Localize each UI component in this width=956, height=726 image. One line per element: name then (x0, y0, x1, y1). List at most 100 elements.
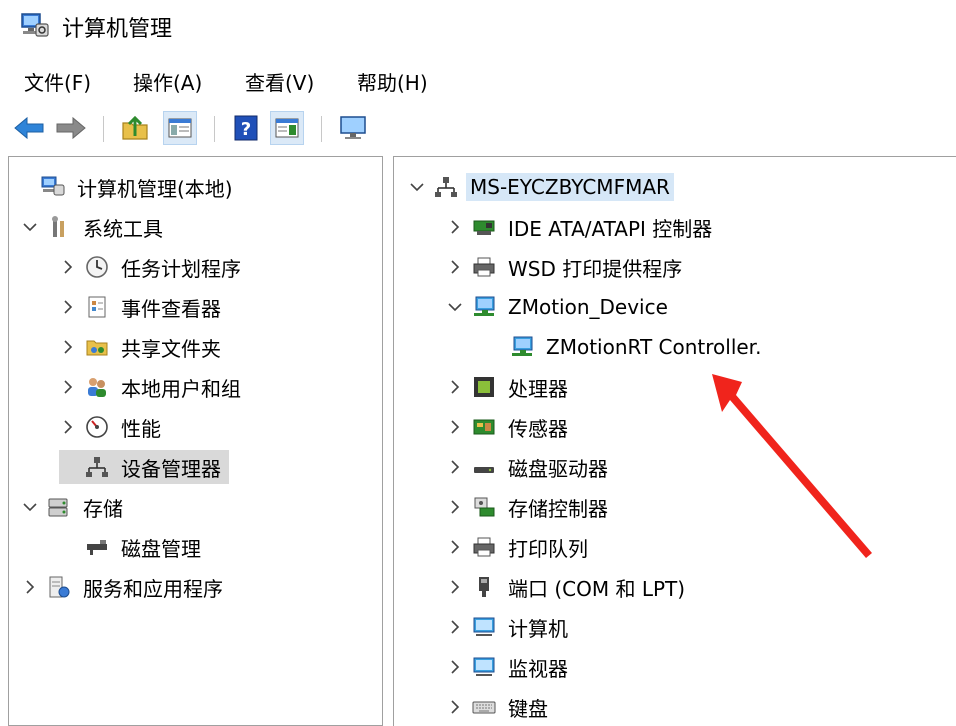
toolbar-separator (321, 116, 322, 142)
monitor-network-icon (472, 295, 496, 319)
device-category-ide-controller[interactable]: IDE ATA/ATAPI 控制器 (446, 210, 716, 244)
disk-management-icon (85, 535, 109, 559)
shared-folder-icon (85, 335, 109, 359)
tree-item-label: 性能 (121, 416, 161, 441)
tree-item-event-viewer[interactable]: 事件查看器 (59, 290, 225, 324)
toolbar-separator (214, 116, 215, 142)
device-category-ports[interactable]: 端口 (COM 和 LPT) (446, 570, 689, 604)
users-icon (85, 375, 109, 399)
device-zmotionrt-controller[interactable]: ZMotionRT Controller. (484, 330, 765, 364)
tree-item-local-users-groups[interactable]: 本地用户和组 (59, 370, 245, 404)
menu-action[interactable]: 操作(A) (133, 67, 202, 96)
tree-item-label: IDE ATA/ATAPI 控制器 (508, 216, 713, 241)
chevron-down-icon[interactable] (21, 498, 39, 516)
device-category-sensors[interactable]: 传感器 (446, 410, 572, 444)
chevron-right-icon[interactable] (446, 418, 464, 436)
chevron-right-icon[interactable] (446, 218, 464, 236)
tree-item-label: 存储 (83, 496, 123, 521)
chevron-right-icon[interactable] (446, 458, 464, 476)
chevron-right-icon[interactable] (446, 498, 464, 516)
chevron-right-icon[interactable] (446, 658, 464, 676)
tree-item-label: 共享文件夹 (121, 336, 221, 361)
chevron-right-icon[interactable] (446, 698, 464, 716)
menu-help[interactable]: 帮助(H) (357, 67, 428, 96)
tree-item-performance[interactable]: 性能 (59, 410, 165, 444)
monitor-icon[interactable] (336, 111, 370, 145)
device-category-computer[interactable]: 计算机 (446, 610, 572, 644)
back-arrow-icon[interactable] (12, 111, 46, 145)
device-tree-pane: MS-EYCZBYCMFMAR IDE ATA/ATAPI 控制器 WSD 打印… (393, 156, 956, 726)
tree-item-computer-management-local[interactable]: 计算机管理(本地) (15, 170, 237, 204)
keyboard-icon (472, 695, 496, 719)
chevron-down-icon[interactable] (21, 218, 39, 236)
tree-item-label: 计算机管理(本地) (77, 176, 233, 201)
device-category-monitors[interactable]: 监视器 (446, 650, 572, 684)
menu-bar: 文件(F) 操作(A) 查看(V) 帮助(H) (0, 58, 956, 102)
toolbar-separator (103, 116, 104, 142)
tree-item-services-applications[interactable]: 服务和应用程序 (21, 570, 227, 604)
tree-item-label: 系统工具 (83, 216, 163, 241)
device-category-print-queues[interactable]: 打印队列 (446, 530, 592, 564)
device-category-processors[interactable]: 处理器 (446, 370, 572, 404)
tree-item-system-tools[interactable]: 系统工具 (21, 210, 167, 244)
monitor-icon (472, 655, 496, 679)
forward-arrow-icon[interactable] (54, 111, 88, 145)
device-category-wsd-print[interactable]: WSD 打印提供程序 (446, 250, 686, 284)
help-icon[interactable]: ? (229, 111, 263, 145)
chevron-right-icon[interactable] (59, 338, 77, 356)
tree-item-label: 处理器 (508, 376, 568, 401)
properties-icon[interactable] (270, 111, 304, 145)
chevron-right-icon[interactable] (59, 378, 77, 396)
tree-item-label: 键盘 (508, 696, 548, 721)
chevron-right-icon[interactable] (446, 378, 464, 396)
menu-file[interactable]: 文件(F) (24, 67, 91, 96)
computer-network-icon (434, 175, 458, 199)
chevron-right-icon[interactable] (446, 538, 464, 556)
tree-item-label: ZMotion_Device (508, 295, 668, 319)
device-category-storage-controllers[interactable]: 存储控制器 (446, 490, 612, 524)
chevron-right-icon[interactable] (446, 618, 464, 636)
tree-item-label: 计算机 (508, 616, 568, 641)
tree-item-task-scheduler[interactable]: 任务计划程序 (59, 250, 245, 284)
disk-drive-icon (472, 455, 496, 479)
svg-text:?: ? (241, 119, 251, 140)
performance-icon (85, 415, 109, 439)
device-manager-icon (85, 455, 109, 479)
tree-item-label: 磁盘驱动器 (508, 456, 608, 481)
tree-item-shared-folders[interactable]: 共享文件夹 (59, 330, 225, 364)
tree-item-label: 存储控制器 (508, 496, 608, 521)
tree-item-label: ZMotionRT Controller. (546, 335, 762, 359)
up-folder-icon[interactable] (118, 111, 152, 145)
computer-management-icon (41, 175, 65, 199)
tree-item-label: 打印队列 (508, 536, 588, 561)
storage-controller-icon (472, 495, 496, 519)
chevron-right-icon[interactable] (59, 418, 77, 436)
tree-item-label: WSD 打印提供程序 (508, 256, 683, 281)
chevron-down-icon[interactable] (446, 298, 464, 316)
device-category-disk-drives[interactable]: 磁盘驱动器 (446, 450, 612, 484)
tree-item-label: 设备管理器 (121, 456, 221, 481)
chevron-right-icon[interactable] (59, 298, 77, 316)
show-hide-tree-icon[interactable] (163, 111, 197, 145)
tree-item-device-manager[interactable]: 设备管理器 (59, 450, 229, 484)
tree-item-label: 传感器 (508, 416, 568, 441)
tree-item-storage[interactable]: 存储 (21, 490, 127, 524)
device-root-label: MS-EYCZBYCMFMAR (466, 173, 674, 201)
chevron-down-icon[interactable] (408, 178, 426, 196)
clock-icon (85, 255, 109, 279)
device-root-computer[interactable]: MS-EYCZBYCMFMAR (408, 170, 674, 204)
printer-icon (472, 535, 496, 559)
chevron-right-icon[interactable] (446, 578, 464, 596)
tree-item-disk-management[interactable]: 磁盘管理 (59, 530, 205, 564)
port-icon (472, 575, 496, 599)
services-icon (47, 575, 71, 599)
device-category-keyboards[interactable]: 键盘 (446, 690, 552, 724)
chevron-right-icon[interactable] (59, 258, 77, 276)
device-category-zmotion-device[interactable]: ZMotion_Device (446, 290, 672, 324)
title-bar: 计算机管理 (0, 0, 956, 52)
tree-item-label: 事件查看器 (121, 296, 221, 321)
storage-icon (47, 495, 71, 519)
chevron-right-icon[interactable] (21, 578, 39, 596)
chevron-right-icon[interactable] (446, 258, 464, 276)
menu-view[interactable]: 查看(V) (245, 67, 314, 96)
